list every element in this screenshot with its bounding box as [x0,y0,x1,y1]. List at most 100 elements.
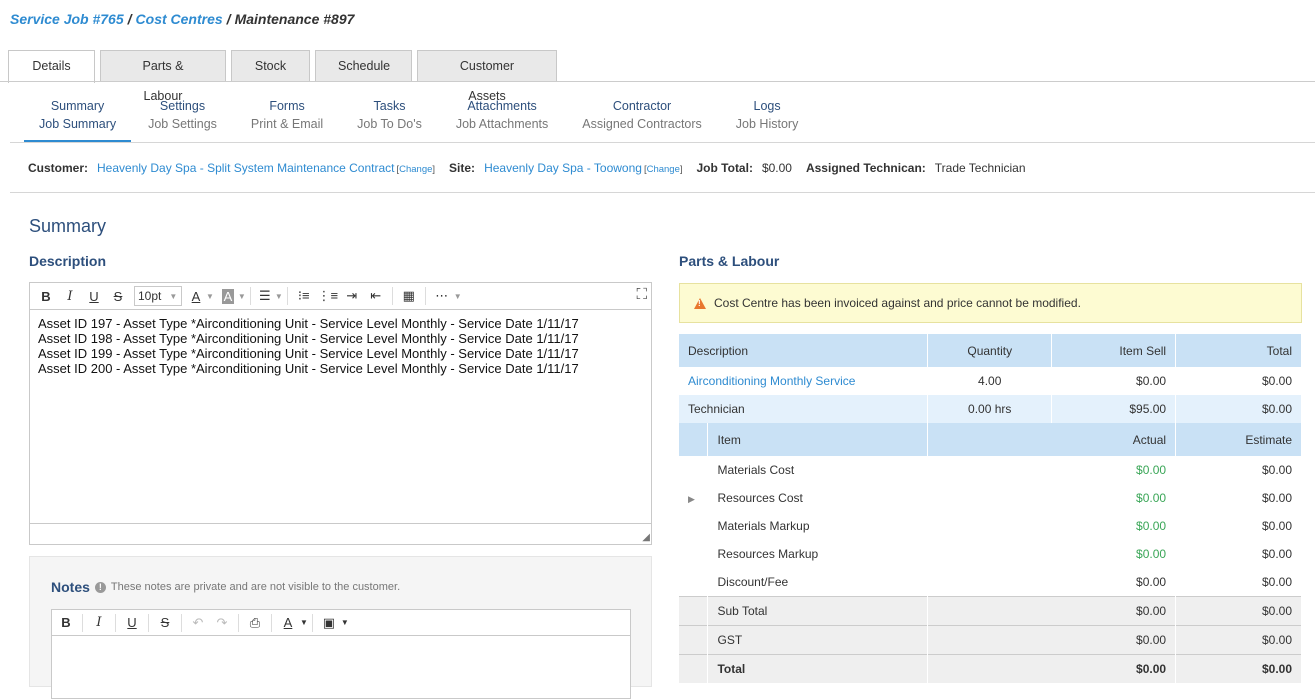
notes-editor[interactable]: B I U S ↶ ↷ ⎙ A ▼ ▣ ▼ [51,609,631,699]
chevron-down-icon[interactable]: ▼ [454,292,462,301]
cost-expander[interactable]: ▶ [679,484,709,512]
subnav-forms[interactable]: Forms Print & Email [234,97,340,143]
row-item-sell: $95.00 [1051,395,1177,423]
col-actual: Actual [927,423,1177,456]
tab-stock[interactable]: Stock [231,50,310,82]
toolbar-separator [391,287,393,305]
font-size-value: 10pt [138,289,162,303]
main-tabs: Details Parts & Labour Stock Schedule Cu… [8,50,557,103]
cost-spacer [679,456,709,484]
toolbar-separator [311,613,313,632]
description-text[interactable]: Asset ID 197 - Asset Type *Airconditioni… [30,310,651,382]
row-description: Technician [679,395,929,423]
breadcrumb-cost-centres[interactable]: Cost Centres [136,11,223,27]
underline-button[interactable]: U [120,613,144,633]
align-icon[interactable]: ☰ [255,286,275,306]
chevron-down-icon[interactable]: ▼ [300,618,308,627]
customer-change: [Change] [396,164,436,175]
col-item: Item [707,423,929,456]
job-info-bar: Customer: Heavenly Day Spa - Split Syste… [28,161,1026,175]
sum-estimate: $0.00 [1175,653,1302,683]
sum-item: GST [707,624,929,654]
subnav-label: Forms [269,99,305,113]
bold-button[interactable]: B [54,613,78,633]
subnav-settings[interactable]: Settings Job Settings [131,97,234,143]
cost-spacer [679,568,709,596]
parts-labour-table: Description Quantity Item Sell Total Air… [679,334,1302,683]
customer-change-link[interactable]: Change [399,164,432,175]
indent-icon[interactable]: ⇥ [340,286,364,306]
cost-estimate: $0.00 [1175,568,1302,596]
site-change-link[interactable]: Change [647,164,680,175]
chevron-down-icon[interactable]: ▼ [206,292,214,301]
subnav-contractor[interactable]: Contractor Assigned Contractors [565,97,719,143]
expand-triangle-icon[interactable]: ▶ [688,494,695,504]
text-color-button[interactable]: A [186,286,206,306]
subnav-attachments[interactable]: Attachments Job Attachments [439,97,565,143]
tab-details[interactable]: Details [8,50,95,83]
cost-item: Resources Cost [707,484,929,512]
invoice-warning: ! Cost Centre has been invoiced against … [679,283,1302,323]
underline-button[interactable]: U [82,286,106,306]
row-description: Airconditioning Monthly Service [679,367,929,395]
redo-icon[interactable]: ↷ [210,613,234,633]
subnav-tasks[interactable]: Tasks Job To Do's [340,97,439,143]
fullscreen-icon[interactable]: ⛶ [636,286,647,303]
subnav-label: Settings [159,99,206,113]
cost-header-spacer [679,423,709,456]
subnav-sublabel: Job Attachments [455,117,549,131]
resize-handle-icon[interactable]: ◢ [642,532,650,543]
subnav-logs[interactable]: Logs Job History [719,97,816,143]
cost-actual: $0.00 [927,484,1177,512]
subnav-divider [10,142,1315,143]
table-icon[interactable]: ▦ [397,286,421,306]
tabs-divider [0,81,1315,82]
undo-icon[interactable]: ↶ [186,613,210,633]
description-line: Asset ID 197 - Asset Type *Airconditioni… [38,316,579,331]
chevron-down-icon[interactable]: ▼ [275,292,283,301]
col-total: Total [1175,334,1302,367]
description-heading: Description [29,253,107,269]
bold-button[interactable]: B [34,286,58,306]
bullet-list-icon[interactable]: ⁝≡ [292,286,316,306]
job-total-value: $0.00 [761,161,792,175]
subnav-summary[interactable]: Summary Job Summary [24,97,132,143]
tab-parts-labour[interactable]: Parts & Labour [100,50,226,103]
print-icon[interactable]: ⎙ [243,613,267,633]
strikethrough-button[interactable]: S [106,286,130,306]
tab-schedule[interactable]: Schedule [315,50,412,82]
cost-estimate: $0.00 [1175,484,1302,512]
warning-icon: ! [694,297,706,309]
cost-estimate: $0.00 [1175,456,1302,484]
strikethrough-button[interactable]: S [153,613,177,633]
chevron-down-icon: ▼ [169,291,178,301]
highlight-color-button[interactable]: A [218,286,238,306]
sum-item: Total [707,653,929,683]
text-color-button[interactable]: A [276,613,300,633]
toolbar-separator [148,613,149,632]
toolbar-separator [424,287,426,305]
row-total: $0.00 [1175,395,1302,423]
more-icon[interactable]: ⋯ [430,286,454,306]
total-row: Total $0.00 $0.00 [679,653,1302,683]
breadcrumb-service-job[interactable]: Service Job #765 [10,11,124,27]
chevron-down-icon[interactable]: ▼ [341,618,349,627]
cost-actual: $0.00 [927,540,1177,568]
cost-spacer [679,512,709,540]
tab-customer-assets[interactable]: Customer Assets [417,50,557,103]
item-link[interactable]: Airconditioning Monthly Service [688,374,855,388]
notes-toolbar: B I U S ↶ ↷ ⎙ A ▼ ▣ ▼ [52,610,630,636]
italic-button[interactable]: I [58,286,82,306]
media-icon[interactable]: ▣ [317,613,341,633]
site-link[interactable]: Heavenly Day Spa - Toowong [484,161,642,175]
numbered-list-icon[interactable]: ⋮≡ [316,286,340,306]
outdent-icon[interactable]: ⇤ [364,286,388,306]
font-size-select[interactable]: 10pt ▼ [134,286,182,306]
job-total-label: Job Total: [696,161,753,175]
chevron-down-icon[interactable]: ▼ [238,292,246,301]
sum-item: Sub Total [707,595,929,625]
italic-button[interactable]: I [87,613,111,633]
customer-link[interactable]: Heavenly Day Spa - Split System Maintena… [97,161,394,175]
highlight-icon: A [221,288,235,304]
page-title: Summary [29,216,107,236]
